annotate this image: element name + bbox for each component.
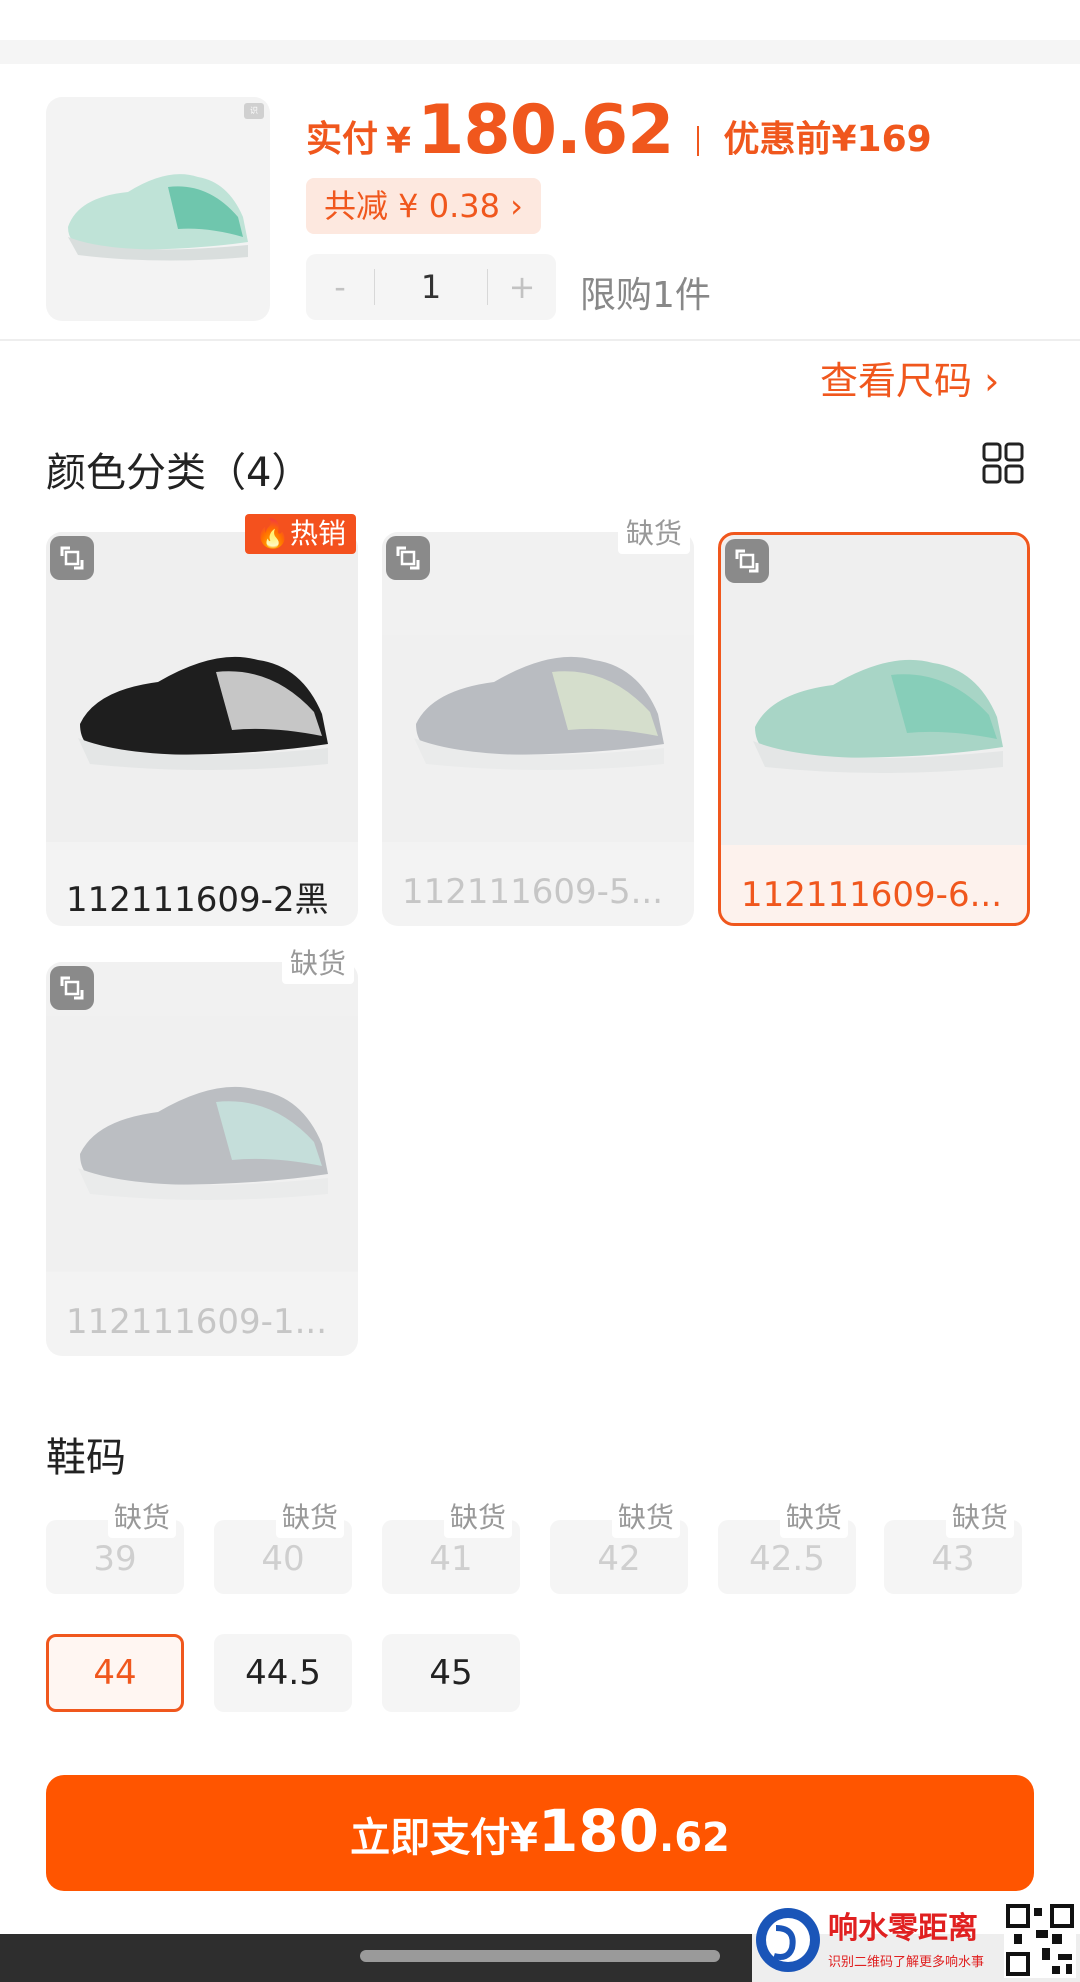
qty-plus-button[interactable]: + <box>488 268 556 306</box>
color-option-label: 112111609-1... <box>66 1302 328 1342</box>
shoe-image <box>753 659 1003 773</box>
size-option-chip[interactable]: 44 <box>46 1634 184 1712</box>
size-option-chip[interactable]: 43 缺货 <box>884 1498 1022 1594</box>
size-section-title: 鞋码 <box>46 1435 126 1481</box>
shoe-image <box>414 656 664 770</box>
size-option-label: 41 <box>429 1539 473 1579</box>
price-row: 实付 ¥ 180.62 优惠前¥169 <box>306 90 932 170</box>
pay-button-text: 立即支付¥ <box>350 1815 538 1861</box>
size-option-label: 42 <box>597 1539 641 1579</box>
watermark-title: 响水零距离 <box>828 1911 978 1946</box>
color-option-image <box>46 532 358 842</box>
top-strip <box>0 0 1080 40</box>
expand-icon[interactable] <box>725 539 769 583</box>
shoe-image <box>78 656 328 770</box>
product-thumbnail[interactable]: 识 <box>46 97 270 321</box>
pay-button-amount-int: 180 <box>537 1797 660 1865</box>
pay-now-button[interactable]: 立即支付¥ 180 .62 <box>46 1775 1034 1891</box>
color-option-label: 112111609-2黑 <box>66 880 329 920</box>
home-indicator[interactable] <box>360 1950 720 1962</box>
discount-badge[interactable]: 共减 ¥ 0.38 › <box>306 178 541 234</box>
size-option-label: 45 <box>429 1653 473 1693</box>
color-option-image <box>721 535 1027 845</box>
grid-view-icon[interactable] <box>982 442 1024 484</box>
header-divider <box>0 339 1080 341</box>
price-prefix: 实付 <box>306 119 379 160</box>
size-option-label: 44 <box>93 1653 137 1693</box>
size-option-chip[interactable]: 41 缺货 <box>382 1498 520 1594</box>
size-option-chip[interactable]: 45 <box>382 1634 520 1712</box>
pay-button-amount-dec: .62 <box>659 1815 730 1861</box>
out-of-stock-tag: 缺货 <box>945 1498 1014 1538</box>
size-option-label: 42.5 <box>749 1539 825 1579</box>
out-of-stock-tag: 缺货 <box>779 1498 848 1538</box>
out-of-stock-tag: 缺货 <box>107 1498 176 1538</box>
out-of-stock-tag: 缺货 <box>611 1498 680 1538</box>
expand-icon[interactable] <box>386 536 430 580</box>
original-price: 优惠前¥169 <box>723 119 932 160</box>
out-of-stock-tag: 缺货 <box>443 1498 512 1538</box>
color-option-card[interactable]: 🔥热销 112111609-2黑 <box>46 514 358 926</box>
price-currency: ¥ <box>386 121 412 162</box>
color-option-card[interactable]: 112111609-6... <box>718 532 1030 926</box>
color-option-image <box>46 962 358 1272</box>
out-of-stock-tag: 缺货 <box>617 514 690 554</box>
hot-sale-tag: 🔥热销 <box>245 514 356 554</box>
color-section-title: 颜色分类（4） <box>46 450 312 496</box>
expand-icon[interactable] <box>50 966 94 1010</box>
price-divider <box>697 126 700 156</box>
size-option-chip[interactable]: 42.5 缺货 <box>718 1498 856 1594</box>
color-option-card[interactable]: 缺货 112111609-5... <box>382 514 694 926</box>
price-value: 180.62 <box>417 91 674 170</box>
shoe-thumbnail-image <box>68 174 248 261</box>
watermark-subtitle: 识别二维码了解更多响水事 <box>828 1954 984 1970</box>
qr-code-icon <box>1004 1902 1076 1978</box>
out-of-stock-tag: 缺货 <box>281 944 354 984</box>
size-option-label: 40 <box>261 1539 305 1579</box>
color-option-label: 112111609-6... <box>741 875 1003 915</box>
watermark-logo: 响水零距离 识别二维码了解更多响水事 <box>752 1898 1080 1982</box>
size-chart-link[interactable]: 查看尺码 › <box>820 350 999 405</box>
expand-icon[interactable] <box>50 536 94 580</box>
qty-value[interactable]: 1 <box>375 268 487 306</box>
size-option-label: 43 <box>931 1539 975 1579</box>
purchase-limit: 限购1件 <box>580 275 711 316</box>
color-option-card[interactable]: 缺货 112111609-1... <box>46 944 358 1356</box>
size-option-chip[interactable]: 39 缺货 <box>46 1498 184 1594</box>
out-of-stock-tag: 缺货 <box>275 1498 344 1538</box>
top-gap <box>0 40 1080 64</box>
size-option-label: 39 <box>93 1539 137 1579</box>
authentic-tag: 识 <box>244 103 264 119</box>
color-option-label: 112111609-5... <box>402 872 664 912</box>
color-option-image <box>382 532 694 842</box>
size-option-label: 44.5 <box>245 1653 321 1693</box>
quantity-stepper: - 1 + <box>306 254 556 320</box>
size-option-chip[interactable]: 44.5 <box>214 1634 352 1712</box>
shoe-image <box>78 1086 328 1200</box>
size-option-chip[interactable]: 40 缺货 <box>214 1498 352 1594</box>
size-option-chip[interactable]: 42 缺货 <box>550 1498 688 1594</box>
qty-minus-button[interactable]: - <box>306 268 374 306</box>
